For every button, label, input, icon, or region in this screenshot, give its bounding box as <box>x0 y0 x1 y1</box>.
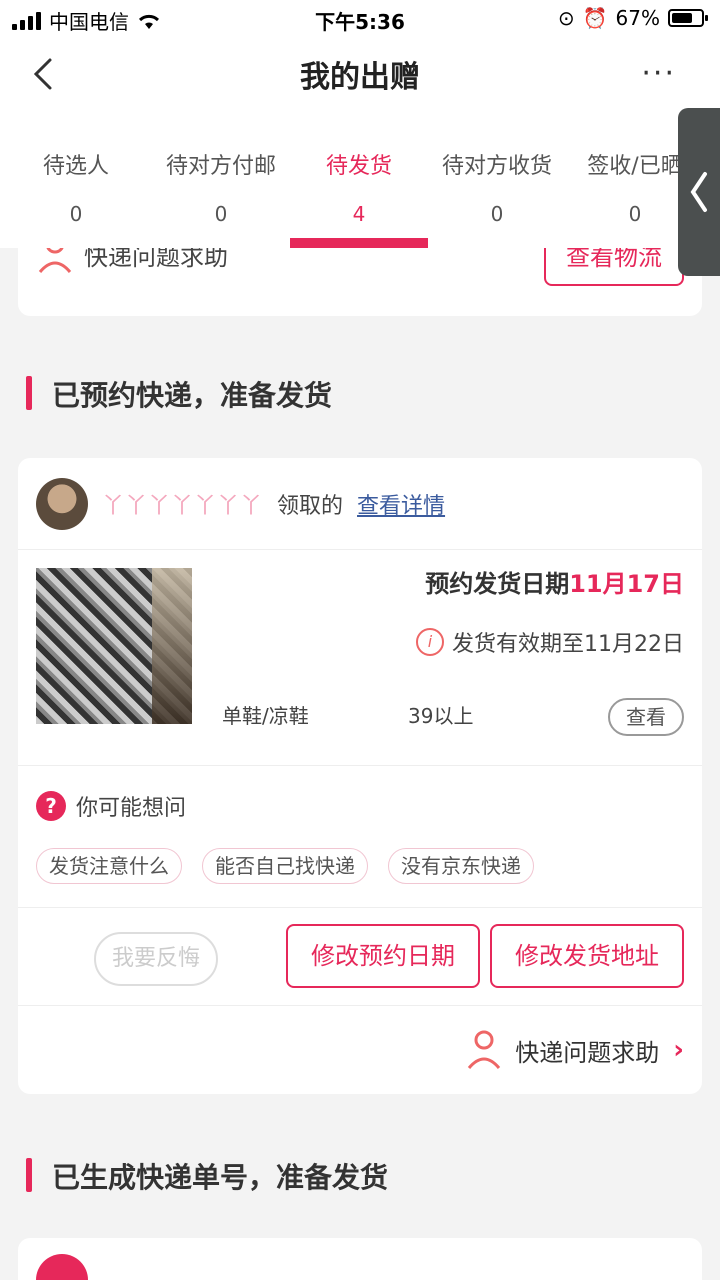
status-right: ⊙ ⏰ 67% <box>557 6 708 30</box>
more-icon[interactable]: ··· <box>641 56 676 91</box>
ship-date-prefix: 预约发货日期 <box>425 570 570 598</box>
side-handle[interactable] <box>678 108 720 276</box>
alarm-icon: ⏰ <box>582 6 608 30</box>
view-button[interactable]: 查看 <box>608 698 684 736</box>
battery-percent: 67% <box>615 6 660 30</box>
faq-tag[interactable]: 发货注意什么 <box>36 848 182 884</box>
goods-size: 39以上 <box>408 704 474 728</box>
modify-date-button[interactable]: 修改预约日期 <box>286 924 480 988</box>
tab-label: 待发货 <box>325 154 392 179</box>
tab-pending-postage[interactable]: 待对方付邮 0 <box>152 112 290 248</box>
faq-title: 你可能想问 <box>76 796 187 821</box>
faq-tag[interactable]: 能否自己找快递 <box>202 848 368 884</box>
tab-label: 待选人 <box>42 154 109 179</box>
chevron-right-icon: › <box>673 1035 684 1065</box>
avatar[interactable] <box>36 1254 88 1280</box>
tab-count: 0 <box>69 202 83 226</box>
faq-tag[interactable]: 没有京东快递 <box>388 848 534 884</box>
order-card-next <box>18 1238 702 1280</box>
goods-row: 预约发货日期11月17日 i 发货有效期至11月22日 单鞋/凉鞋 39以上 查… <box>18 550 702 766</box>
person-icon <box>468 1030 501 1069</box>
view-details-link[interactable]: 查看详情 <box>357 488 445 520</box>
express-help-link[interactable]: 快递问题求助 › <box>467 1030 684 1070</box>
faq-heading: ? 你可能想问 <box>36 790 186 822</box>
regret-button[interactable]: 我要反悔 <box>94 932 218 986</box>
tab-pending-receive[interactable]: 待对方收货 0 <box>428 112 566 248</box>
expire-text: 发货有效期至11月22日 <box>452 632 684 657</box>
order-card: 丫丫丫丫丫丫丫 领取的 查看详情 预约发货日期11月17日 i 发货有效期至11… <box>18 458 702 1094</box>
nav-bar: 我的出赠 ··· <box>0 36 720 276</box>
ship-date: 预约发货日期11月17日 <box>425 564 684 599</box>
actions-row: 我要反悔 修改预约日期 修改发货地址 <box>18 908 702 1006</box>
help-row: 快递问题求助 › <box>18 1006 702 1094</box>
tab-count: 0 <box>214 202 228 226</box>
claimed-label: 领取的 <box>277 493 344 519</box>
chevron-left-icon <box>690 172 707 212</box>
faq-tags: 发货注意什么 能否自己找快递 没有京东快递 <box>36 848 534 884</box>
tab-pending-select[interactable]: 待选人 0 <box>0 112 152 248</box>
page-title: 我的出赠 <box>300 60 420 95</box>
faq-row: ? 你可能想问 发货注意什么 能否自己找快递 没有京东快递 <box>18 766 702 908</box>
rotation-lock-icon: ⊙ <box>557 6 575 30</box>
username: 丫丫丫丫丫丫丫 <box>102 493 264 519</box>
tab-count: 0 <box>490 202 504 226</box>
avatar[interactable] <box>36 477 88 530</box>
modify-address-button[interactable]: 修改发货地址 <box>490 924 684 988</box>
goods-image[interactable] <box>36 568 192 724</box>
status-bar: 中国电信 下午5:36 ⊙ ⏰ 67% <box>0 0 720 36</box>
tab-count: 4 <box>352 202 366 226</box>
section-title: 已生成快递单号，准备发货 <box>26 1156 388 1196</box>
order-user-row <box>36 1254 88 1280</box>
info-icon: i <box>416 628 444 656</box>
ship-date-value: 11月17日 <box>569 570 684 598</box>
expire-info: i 发货有效期至11月22日 <box>416 626 684 658</box>
battery-icon <box>668 9 708 27</box>
tab-label: 待对方付邮 <box>165 154 276 179</box>
tab-label: 待对方收货 <box>441 154 552 179</box>
tab-pending-ship[interactable]: 待发货 4 <box>290 112 428 248</box>
section-title: 已预约快递，准备发货 <box>26 374 332 414</box>
order-user-row: 丫丫丫丫丫丫丫 领取的 查看详情 <box>18 458 702 550</box>
express-help-label: 快递问题求助 <box>515 1038 660 1067</box>
question-icon: ? <box>36 791 66 821</box>
status-tabs: 待选人 0 待对方付邮 0 待发货 4 待对方收货 0 签收/已晒 0 <box>0 112 720 248</box>
goods-category: 单鞋/凉鞋 <box>222 704 309 728</box>
